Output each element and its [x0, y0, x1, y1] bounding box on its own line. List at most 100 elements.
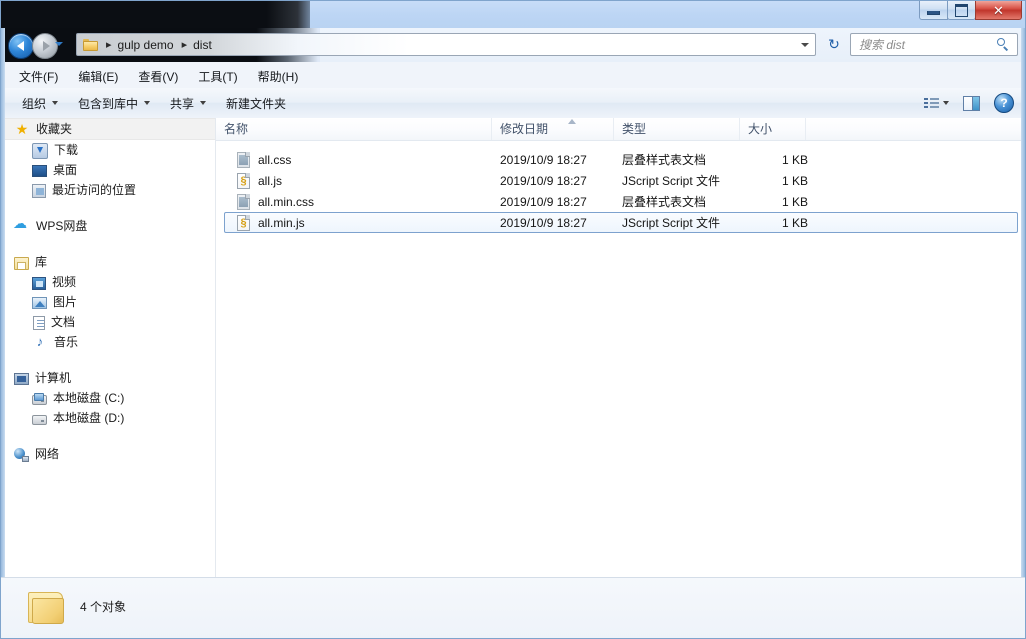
- sidebar-item-label: 桌面: [53, 163, 78, 177]
- file-list-pane[interactable]: 名称 修改日期 类型 大小 all.css 2019/10/9 18:27 层叠…: [216, 118, 1026, 577]
- search-placeholder: 搜索 dist: [859, 38, 906, 52]
- breadcrumb-separator: ▸: [181, 39, 188, 51]
- sidebar-item-local-disk-d[interactable]: 本地磁盘 (D:): [0, 408, 215, 428]
- file-date-cell: 2019/10/9 18:27: [500, 173, 587, 188]
- back-button[interactable]: [8, 33, 34, 59]
- sidebar-item-music[interactable]: ♪ 音乐: [0, 332, 215, 352]
- sidebar-item-local-disk-c[interactable]: 本地磁盘 (C:): [0, 388, 215, 408]
- breadcrumb-separator: ▸: [106, 39, 112, 51]
- table-row[interactable]: all.min.css 2019/10/9 18:27 层叠样式表文档 1 KB: [224, 191, 1018, 212]
- change-view-chevron-down-icon[interactable]: [943, 101, 949, 105]
- star-icon: ★: [15, 121, 29, 137]
- forward-arrow-icon: [42, 41, 50, 51]
- organize-button[interactable]: 组织: [14, 91, 66, 116]
- sidebar-item-pictures[interactable]: 图片: [0, 292, 215, 312]
- sidebar-item-label: 最近访问的位置: [52, 183, 137, 197]
- search-input[interactable]: 搜索 dist: [850, 33, 1018, 56]
- back-arrow-icon: [16, 41, 24, 51]
- include-in-library-button[interactable]: 包含到库中: [70, 91, 158, 116]
- sidebar-item-wps-cloud[interactable]: WPS网盘: [0, 216, 215, 236]
- address-dropdown-icon[interactable]: [801, 43, 809, 47]
- sort-ascending-icon: [568, 119, 576, 124]
- item-count-label: 4 个对象: [80, 600, 127, 614]
- file-date-cell: 2019/10/9 18:27: [500, 152, 587, 167]
- menu-item-view[interactable]: 查看(V): [129, 65, 187, 88]
- menu-item-tools[interactable]: 工具(T): [189, 65, 246, 88]
- table-row[interactable]: all.css 2019/10/9 18:27 层叠样式表文档 1 KB: [224, 149, 1018, 170]
- sidebar-item-label: 收藏夹: [36, 122, 73, 136]
- maximize-icon: [948, 1, 975, 19]
- refresh-button[interactable]: ↻: [822, 33, 846, 56]
- css-file-icon: [236, 151, 251, 168]
- video-icon: [32, 276, 46, 290]
- menu-bar: 文件(F) 编辑(E) 查看(V) 工具(T) 帮助(H): [0, 64, 1026, 89]
- navigation-pane[interactable]: ★ 收藏夹 下载 桌面 最近访问的位置 WPS网盘: [0, 118, 216, 577]
- column-header-row: 名称 修改日期 类型 大小: [216, 118, 1026, 141]
- share-button[interactable]: 共享: [162, 91, 214, 116]
- toolbar-right-group: ?: [924, 93, 1026, 113]
- breadcrumb-item-gulp-demo[interactable]: gulp demo: [118, 38, 174, 52]
- library-icon: [14, 256, 29, 270]
- minimize-button[interactable]: [919, 1, 948, 20]
- file-name-cell[interactable]: all.min.css: [236, 193, 315, 210]
- menu-item-help[interactable]: 帮助(H): [249, 65, 308, 88]
- sidebar-item-network[interactable]: 网络: [0, 444, 215, 464]
- status-bar: 4 个对象: [0, 577, 1026, 639]
- file-name-cell[interactable]: § all.min.js: [236, 214, 305, 231]
- close-icon: ✕: [993, 2, 1004, 18]
- breadcrumb[interactable]: ▸ gulp demo ▸ dist: [76, 33, 816, 56]
- table-row[interactable]: § all.min.js 2019/10/9 18:27 JScript Scr…: [224, 212, 1018, 233]
- file-type-cell: 层叠样式表文档: [622, 195, 707, 209]
- column-header-name[interactable]: 名称: [216, 118, 492, 140]
- file-name-cell[interactable]: all.css: [236, 151, 291, 168]
- new-folder-button[interactable]: 新建文件夹: [218, 91, 294, 116]
- command-toolbar: 组织 包含到库中 共享 新建文件夹 ?: [0, 88, 1026, 119]
- recent-places-icon: [32, 183, 46, 198]
- chevron-down-icon: [200, 101, 207, 105]
- window-controls: ✕: [919, 1, 1022, 20]
- menu-item-edit[interactable]: 编辑(E): [69, 65, 127, 88]
- file-name-text: all.min.css: [258, 194, 315, 209]
- recent-locations-dropdown-icon[interactable]: [55, 42, 63, 46]
- desktop-icon: [32, 165, 47, 177]
- maximize-button[interactable]: [947, 1, 976, 20]
- help-icon[interactable]: ?: [994, 93, 1014, 113]
- preview-pane-icon[interactable]: [963, 95, 980, 111]
- folder-icon: [26, 590, 66, 624]
- column-header-type[interactable]: 类型: [614, 118, 740, 140]
- file-type-cell: 层叠样式表文档: [622, 153, 707, 167]
- sidebar-item-label: 图片: [53, 295, 78, 309]
- sidebar-item-libraries[interactable]: 库: [0, 252, 215, 272]
- column-header-date-modified[interactable]: 修改日期: [492, 118, 614, 140]
- explorer-window: ✕ ▸ gulp demo ▸ dist ↻ 搜索 dist 文件(F) 编辑(…: [0, 0, 1026, 639]
- sidebar-item-desktop[interactable]: 桌面: [0, 160, 215, 180]
- close-button[interactable]: ✕: [975, 1, 1022, 20]
- sidebar-item-label: 本地磁盘 (C:): [53, 391, 125, 405]
- file-size-cell: 1 KB: [781, 152, 808, 167]
- css-file-icon: [236, 193, 251, 210]
- file-name-cell[interactable]: § all.js: [236, 172, 283, 189]
- sidebar-item-videos[interactable]: 视频: [0, 272, 215, 292]
- computer-icon: [14, 373, 29, 385]
- chevron-down-icon: [144, 101, 151, 105]
- sidebar-item-downloads[interactable]: 下载: [0, 140, 215, 160]
- folder-icon: [83, 38, 98, 51]
- sidebar-item-documents[interactable]: 文档: [0, 312, 215, 332]
- file-name-text: all.js: [258, 173, 283, 188]
- sidebar-item-favorites[interactable]: ★ 收藏夹: [0, 118, 215, 140]
- sidebar-item-label: 计算机: [35, 371, 72, 385]
- breadcrumb-item-dist[interactable]: dist: [193, 38, 212, 52]
- change-view-icon[interactable]: [924, 97, 940, 110]
- column-header-size[interactable]: 大小: [740, 118, 806, 140]
- table-row[interactable]: § all.js 2019/10/9 18:27 JScript Script …: [224, 170, 1018, 191]
- sidebar-item-recent-places[interactable]: 最近访问的位置: [0, 180, 215, 200]
- menu-item-file[interactable]: 文件(F): [10, 65, 67, 88]
- forward-button[interactable]: [32, 33, 58, 59]
- sidebar-item-label: 库: [35, 255, 48, 269]
- window-border-left: [0, 28, 5, 577]
- sidebar-item-computer[interactable]: 计算机: [0, 368, 215, 388]
